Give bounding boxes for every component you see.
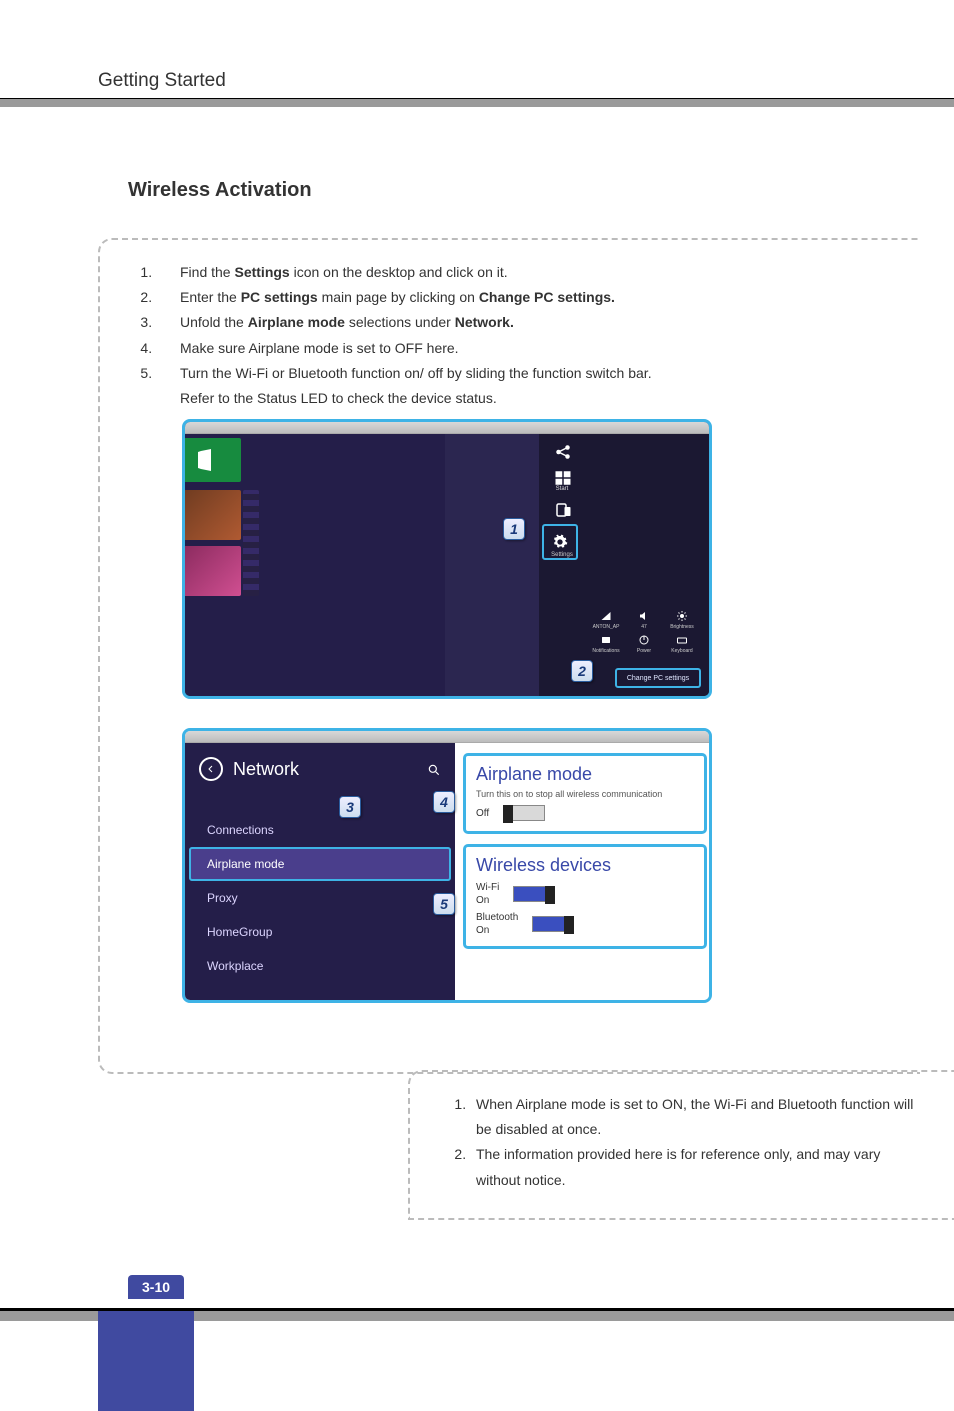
arrow-left-icon (205, 763, 217, 775)
start-screen-tiles (185, 434, 445, 699)
brightness-icon (676, 610, 688, 622)
nav-list: Connections Airplane mode Proxy HomeGrou… (185, 813, 455, 983)
header-divider (0, 99, 954, 107)
devices-icon (554, 501, 572, 519)
window-titlebar (185, 422, 709, 434)
note-1: When Airplane mode is set to ON, the Wi-… (470, 1092, 922, 1142)
nav-item-workplace[interactable]: Workplace (185, 949, 455, 983)
nav-pane: Network Connections Airplane mode Proxy … (185, 743, 455, 1003)
callout-2: 2 (571, 660, 593, 682)
tile-office[interactable] (182, 438, 241, 482)
airplane-mode-title: Airplane mode (476, 764, 694, 785)
share-icon (554, 443, 572, 461)
chapter-title: Getting Started (98, 70, 954, 92)
window-titlebar (185, 731, 709, 743)
step-1: Find the Settings icon on the desktop an… (156, 260, 872, 285)
section-title: Wireless Activation (128, 179, 954, 202)
wireless-devices-title: Wireless devices (476, 855, 694, 876)
step-4: Make sure Airplane mode is set to OFF he… (156, 336, 872, 361)
wifi-toggle[interactable] (513, 886, 555, 902)
search-icon (427, 763, 441, 777)
page-header: Getting Started (0, 0, 954, 100)
instruction-list: Find the Settings icon on the desktop an… (132, 260, 872, 411)
quick-power[interactable]: Power (627, 634, 661, 654)
step-5-sub: Refer to the Status LED to check the dev… (180, 386, 872, 411)
notes-list: When Airplane mode is set to ON, the Wi-… (452, 1092, 922, 1193)
footer-tab (98, 1311, 194, 1411)
airplane-mode-toggle[interactable] (503, 805, 545, 821)
quick-notifications[interactable]: Notifications (589, 634, 623, 654)
power-icon (638, 634, 650, 646)
change-pc-settings-link[interactable]: Change PC settings (615, 668, 701, 688)
callout-5: 5 (433, 893, 455, 915)
step-5: Turn the Wi-Fi or Bluetooth function on/… (156, 361, 872, 411)
charm-devices[interactable] (549, 496, 577, 524)
step-3: Unfold the Airplane mode selections unde… (156, 310, 872, 335)
bluetooth-toggle[interactable] (532, 916, 574, 932)
tile-photo-1[interactable] (182, 490, 241, 540)
volume-icon (638, 610, 650, 622)
network-icon (600, 610, 612, 622)
step-2: Enter the PC settings main page by click… (156, 285, 872, 310)
quick-settings-grid: ANTON_AP 47 Brightness Notifications Pow… (589, 610, 699, 654)
windows-icon (554, 469, 572, 487)
office-icon (195, 448, 219, 472)
nav-item-proxy[interactable]: Proxy (185, 881, 455, 915)
nav-item-connections[interactable]: Connections (185, 813, 455, 847)
content-pane: Airplane mode Turn this on to stop all w… (455, 743, 712, 1003)
nav-title: Network (233, 759, 299, 780)
bluetooth-label: Bluetooth (476, 912, 518, 923)
keyboard-icon (676, 634, 688, 646)
charms-bar: Start Settings ANTON_AP 47 Brightness No… (539, 434, 709, 699)
search-button[interactable] (427, 763, 441, 782)
wifi-label: Wi-Fi (476, 882, 499, 893)
quick-volume[interactable]: 47 (627, 610, 661, 630)
quick-keyboard[interactable]: Keyboard (665, 634, 699, 654)
nav-item-airplane-mode[interactable]: Airplane mode (189, 847, 451, 881)
airplane-mode-desc: Turn this on to stop all wireless commun… (476, 789, 694, 799)
screenshot-charms-bar: Start Settings ANTON_AP 47 Brightness No… (182, 419, 712, 699)
tile-pattern (243, 490, 259, 596)
callout-1: 1 (503, 518, 525, 540)
airplane-mode-panel: Airplane mode Turn this on to stop all w… (463, 753, 707, 834)
notifications-icon (600, 634, 612, 646)
tile-photo-2[interactable] (182, 546, 241, 596)
back-button[interactable] (199, 757, 223, 781)
bluetooth-state: On (476, 925, 518, 936)
callout-3: 3 (339, 796, 361, 818)
screenshot-network-settings: Network Connections Airplane mode Proxy … (182, 728, 712, 1003)
charm-settings-label: Settings (543, 552, 581, 558)
quick-brightness[interactable]: Brightness (665, 610, 699, 630)
page-number-badge: 3-10 (128, 1275, 184, 1299)
charm-start-label: Start (543, 486, 581, 492)
wireless-devices-panel: Wireless devices Wi-Fi On Bluetooth On (463, 844, 707, 949)
charm-share[interactable] (549, 438, 577, 466)
gear-icon (552, 534, 568, 550)
wifi-state: On (476, 895, 499, 906)
callout-4: 4 (433, 791, 455, 813)
nav-header: Network (199, 757, 299, 781)
quick-network[interactable]: ANTON_AP (589, 610, 623, 630)
nav-item-homegroup[interactable]: HomeGroup (185, 915, 455, 949)
airplane-mode-state: Off (476, 808, 489, 819)
note-2: The information provided here is for ref… (470, 1142, 922, 1192)
